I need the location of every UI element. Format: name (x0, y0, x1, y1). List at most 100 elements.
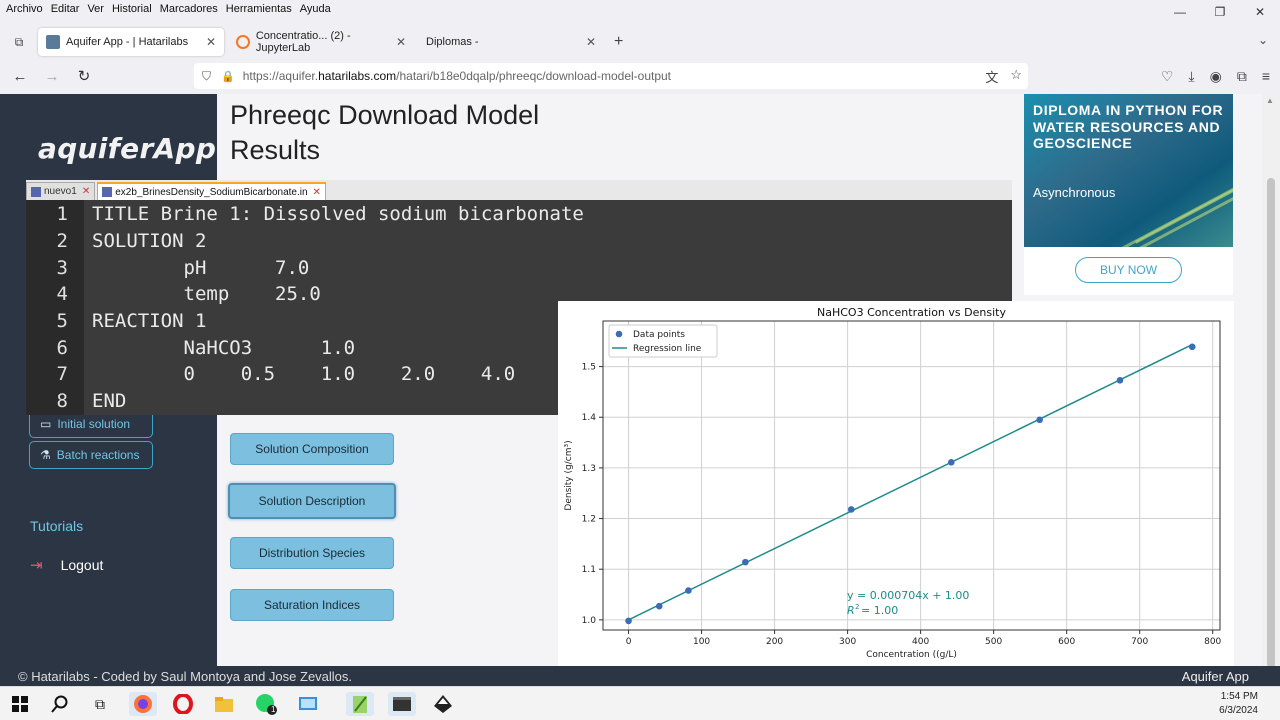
notepadpp-icon[interactable] (346, 692, 374, 716)
pocket-icon[interactable]: ♡ (1161, 68, 1174, 85)
code-line[interactable]: 2 SOLUTION 2 (26, 228, 1012, 255)
terminal-icon[interactable] (388, 692, 416, 716)
logout-icon: ⇥ (30, 557, 43, 574)
windows-icon[interactable] (8, 692, 32, 716)
notepadpp-logo-icon (353, 696, 367, 713)
code-text: temp 25.0 (92, 283, 321, 305)
npp-tab-brines[interactable]: ex2b_BrinesDensity_SodiumBicarbonate.in … (97, 182, 326, 200)
line-number: 4 (56, 283, 68, 305)
tab-bar: ⧉ Aquifer App - | Hatarilabs ✕ Concentra… (0, 28, 1280, 56)
x-tick-label: 600 (1058, 637, 1075, 647)
diploma-ad-card[interactable]: DIPLOMA IN PYTHON FOR WATER RESOURCES AN… (1024, 94, 1233, 247)
clock-date: 6/3/2024 (1219, 705, 1258, 716)
line-number: 1 (56, 203, 68, 225)
density-chart-window: NaHCO3 Concentration vs Density 0 100 200 30… (558, 301, 1234, 666)
legend-marker-data-points (615, 330, 623, 338)
menu-marcadores[interactable]: Marcadores (160, 3, 218, 15)
restore-button[interactable]: ❐ (1200, 0, 1240, 24)
npp-tab-label: ex2b_BrinesDensity_SodiumBicarbonate.in (115, 186, 308, 198)
new-tab-button[interactable]: + (614, 33, 623, 51)
bookmark-star-icon[interactable]: ☆ (1010, 67, 1022, 86)
translate-icon[interactable]: 文 (985, 67, 998, 86)
batch-reactions-label: Batch reactions (56, 448, 140, 462)
line-number: 3 (56, 257, 68, 279)
reload-button[interactable]: ↻ (70, 67, 98, 85)
data-point (742, 558, 749, 566)
file-explorer-icon[interactable] (212, 692, 236, 716)
y-tick-label: 1.4 (582, 413, 597, 423)
scrollbar-thumb[interactable] (1267, 178, 1275, 666)
line-number: 8 (56, 390, 68, 412)
tab-diplomas[interactable]: Diplomas - ✕ (418, 28, 604, 56)
opera-icon[interactable] (171, 692, 195, 716)
menu-archivo[interactable]: Archivo (6, 3, 43, 15)
tutorials-link[interactable]: Tutorials (30, 518, 83, 534)
footer-app-name: Aquifer App (1181, 668, 1249, 684)
remote-desktop-icon[interactable] (296, 692, 320, 716)
inkscape-icon[interactable] (431, 692, 455, 716)
tab-overflow-icon[interactable]: ⌄ (1258, 33, 1268, 47)
magnifier-icon (51, 695, 68, 713)
batch-reactions-button[interactable]: ⚗ Batch reactions (29, 441, 153, 469)
close-window-button[interactable]: ✕ (1240, 0, 1280, 24)
ad-title: DIPLOMA IN PYTHON FOR WATER RESOURCES AN… (1033, 102, 1224, 151)
close-tab-icon[interactable]: ✕ (206, 35, 216, 49)
close-tab-icon[interactable]: ✕ (82, 186, 90, 197)
extensions-icon[interactable]: ⧉ (1237, 68, 1247, 85)
npp-tab-nuevo1[interactable]: nuevo1 ✕ (26, 182, 96, 200)
solution-description-button[interactable]: Solution Description (228, 483, 396, 519)
tab-list-icon[interactable]: ⧉ (8, 31, 30, 53)
whatsapp-icon[interactable]: 1 (254, 692, 278, 716)
tab-aquifer-app[interactable]: Aquifer App - | Hatarilabs ✕ (38, 28, 224, 56)
page-title: Phreeqc Download Model Results (230, 100, 540, 165)
page-scrollbar[interactable]: ▲ (1262, 94, 1280, 666)
menu-herramientas[interactable]: Herramientas (226, 3, 292, 15)
code-line[interactable]: 3 pH 7.0 (26, 255, 1012, 282)
x-tick-label: 700 (1131, 637, 1148, 647)
legend-label-data-points: Data points (633, 330, 685, 340)
close-tab-icon[interactable]: ✕ (396, 35, 406, 49)
task-view-icon[interactable]: ⧉ (88, 692, 112, 716)
saturation-indices-button[interactable]: Saturation Indices (230, 589, 394, 621)
close-tab-icon[interactable]: ✕ (313, 187, 321, 198)
clock-time: 1:54 PM (1220, 691, 1258, 702)
buy-now-button[interactable]: BUY NOW (1075, 257, 1182, 283)
account-icon[interactable]: ◉ (1210, 68, 1222, 85)
data-point (625, 617, 632, 625)
terminal-logo-icon (393, 697, 411, 711)
window-controls: — ❐ ✕ (1160, 0, 1280, 24)
lock-icon[interactable]: 🔒 (221, 70, 235, 83)
menu-editar[interactable]: Editar (51, 3, 80, 15)
code-text: pH 7.0 (92, 257, 310, 279)
code-line[interactable]: 1 TITLE Brine 1: Dissolved sodium bicarbo… (26, 201, 1012, 228)
x-tick-label: 400 (912, 637, 929, 647)
menu-ayuda[interactable]: Ayuda (300, 3, 331, 15)
menu-historial[interactable]: Historial (112, 3, 152, 15)
r-squared-value: = 1.00 (861, 604, 898, 617)
file-icon (102, 187, 113, 197)
search-icon[interactable] (48, 692, 72, 716)
y-tick-label: 1.1 (582, 565, 596, 575)
close-tab-icon[interactable]: ✕ (586, 35, 596, 49)
y-tick-label: 1.2 (582, 515, 596, 525)
x-axis-label: Concentration ((g/L) (866, 650, 957, 660)
logout-link[interactable]: ⇥ Logout (30, 556, 103, 574)
system-clock[interactable]: 1:54 PM 6/3/2024 (1219, 690, 1258, 718)
data-point (1188, 343, 1196, 351)
url-bar[interactable]: ⛉ 🔒 https://aquifer. hatarilabs.com/hatar… (194, 63, 1028, 89)
forward-button[interactable]: → (38, 68, 66, 85)
data-point (1116, 376, 1124, 384)
firefox-logo-icon (134, 695, 152, 713)
shield-icon[interactable]: ⛉ (202, 69, 211, 84)
distribution-species-button[interactable]: Distribution Species (230, 537, 394, 569)
firefox-icon[interactable] (129, 692, 157, 716)
app-menu-icon[interactable]: ≡ (1262, 68, 1270, 85)
solution-composition-button[interactable]: Solution Composition (230, 433, 394, 465)
scroll-up-icon[interactable]: ▲ (1266, 96, 1274, 105)
aquiferapp-logo[interactable]: aquiferApp (38, 132, 216, 165)
menu-ver[interactable]: Ver (87, 3, 104, 15)
back-button[interactable]: ← (6, 68, 34, 85)
tab-jupyterlab[interactable]: Concentratio... (2) - JupyterLab ✕ (228, 28, 414, 56)
downloads-icon[interactable]: ⤓ (1188, 68, 1194, 85)
minimize-button[interactable]: — (1160, 0, 1200, 24)
